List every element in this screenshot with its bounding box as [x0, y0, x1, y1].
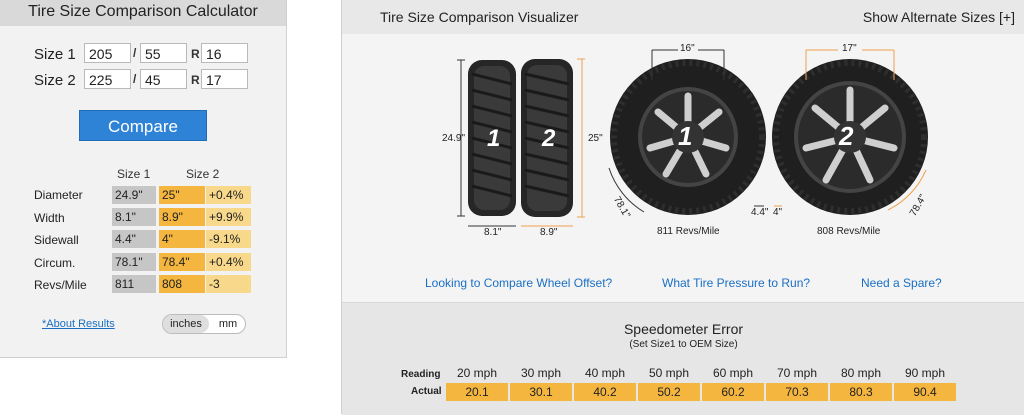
show-alternate-sizes-toggle[interactable]: Show Alternate Sizes [+] [863, 9, 1015, 25]
reading-value: 80 mph [840, 366, 882, 380]
size2-rim-input[interactable]: 17 [201, 69, 248, 89]
sidewall-size1: 4.4" [112, 230, 156, 248]
row-revs-label: Revs/Mile [34, 278, 87, 292]
reading-label: Reading [401, 369, 441, 380]
revs2-label: 808 Revs/Mile [817, 226, 881, 237]
width-diff: +9.9% [206, 208, 251, 226]
tire-pressure-link[interactable]: What Tire Pressure to Run? [662, 276, 810, 290]
tread1-number: 1 [487, 125, 501, 152]
reading-value: 60 mph [712, 366, 754, 380]
diameter-diff: +0.4% [206, 186, 251, 204]
speedometer-title: Speedometer Error [623, 321, 744, 337]
speedometer-subtitle: (Set Size1 to OEM Size) [629, 339, 738, 350]
reading-value: 40 mph [584, 366, 626, 380]
sidewall-size2: 4" [159, 230, 205, 248]
reading-value: 50 mph [648, 366, 690, 380]
compare-button[interactable]: Compare [79, 110, 207, 141]
wheel1-number: 1 [678, 121, 693, 151]
reading-value: 90 mph [904, 366, 946, 380]
diameter-size1: 24.9" [112, 186, 156, 204]
diameter2-label: 25" [588, 133, 603, 144]
col-size1-header: Size 1 [117, 167, 151, 181]
actual-value: 60.2 [702, 383, 764, 401]
sidewall1-label: 4.4" [751, 207, 769, 218]
revs1-label: 811 Revs/Mile [657, 226, 720, 237]
row-circumference-label: Circum. [34, 256, 76, 270]
size1-width-input[interactable]: 205 [84, 43, 131, 63]
row-diameter-label: Diameter [34, 188, 83, 202]
circumference-diff: +0.4% [206, 253, 251, 271]
size2-r-label: R [191, 73, 200, 87]
width-size2: 8.9" [159, 208, 205, 226]
about-results-link[interactable]: *About Results [42, 318, 115, 330]
visualizer-header: Tire Size Comparison Visualizer Show Alt… [342, 0, 1024, 34]
sidewall-diff: -9.1% [206, 230, 251, 248]
visualizer-panel: Tire Size Comparison Visualizer Show Alt… [341, 0, 1024, 415]
unit-toggle[interactable]: inches mm [162, 314, 246, 334]
visualizer-title: Tire Size Comparison Visualizer [380, 9, 579, 25]
actual-value: 30.1 [510, 383, 572, 401]
tread2-number: 2 [542, 125, 556, 152]
reading-value: 70 mph [776, 366, 818, 380]
need-spare-link[interactable]: Need a Spare? [861, 276, 942, 290]
size2-label: Size 2 [34, 72, 76, 89]
actual-value: 20.1 [446, 383, 508, 401]
size2-slash: / [133, 72, 137, 86]
unit-inches-option[interactable]: inches [163, 315, 209, 333]
circumference-size2: 78.4" [159, 253, 205, 271]
calculator-title: Tire Size Comparison Calculator [0, 0, 286, 26]
size1-r-label: R [191, 47, 200, 61]
circumference-size1: 78.1" [112, 253, 156, 271]
actual-value: 80.3 [830, 383, 892, 401]
rim1-label: 16" [680, 43, 695, 54]
row-width-label: Width [34, 211, 65, 225]
actual-value: 90.4 [894, 383, 956, 401]
actual-value: 50.2 [638, 383, 700, 401]
size2-aspect-input[interactable]: 45 [140, 69, 187, 89]
wheel2-number: 2 [839, 121, 854, 151]
reading-value: 30 mph [520, 366, 562, 380]
speedometer-error-section: Speedometer Error (Set Size1 to OEM Size… [342, 302, 1024, 415]
calculator-panel: Tire Size Comparison Calculator Size 1 2… [0, 0, 287, 358]
revs-diff: -3 [206, 275, 251, 293]
reading-value: 20 mph [456, 366, 498, 380]
tread-comparison-graphic [457, 58, 585, 227]
revs-size2: 808 [159, 275, 205, 293]
width1-label: 8.1" [484, 227, 502, 238]
diameter-size2: 25" [159, 186, 205, 204]
row-sidewall-label: Sidewall [34, 233, 79, 247]
width-size1: 8.1" [112, 208, 156, 226]
size1-label: Size 1 [34, 46, 76, 63]
size1-rim-input[interactable]: 16 [201, 43, 248, 63]
width2-label: 8.9" [540, 227, 558, 238]
revs-size1: 811 [112, 275, 156, 293]
col-size2-header: Size 2 [186, 167, 220, 181]
actual-value: 70.3 [766, 383, 828, 401]
sidewall2-label: 4" [773, 207, 783, 218]
diameter1-label: 24.9" [442, 133, 466, 144]
size1-slash: / [133, 46, 137, 60]
wheel-comparison-graphic [608, 49, 928, 215]
size2-width-input[interactable]: 225 [84, 69, 131, 89]
unit-mm-option[interactable]: mm [211, 315, 245, 333]
actual-value: 40.2 [574, 383, 636, 401]
rim2-label: 17" [842, 43, 857, 54]
actual-label: Actual [411, 386, 442, 397]
compare-offset-link[interactable]: Looking to Compare Wheel Offset? [425, 276, 612, 290]
size1-aspect-input[interactable]: 55 [140, 43, 187, 63]
